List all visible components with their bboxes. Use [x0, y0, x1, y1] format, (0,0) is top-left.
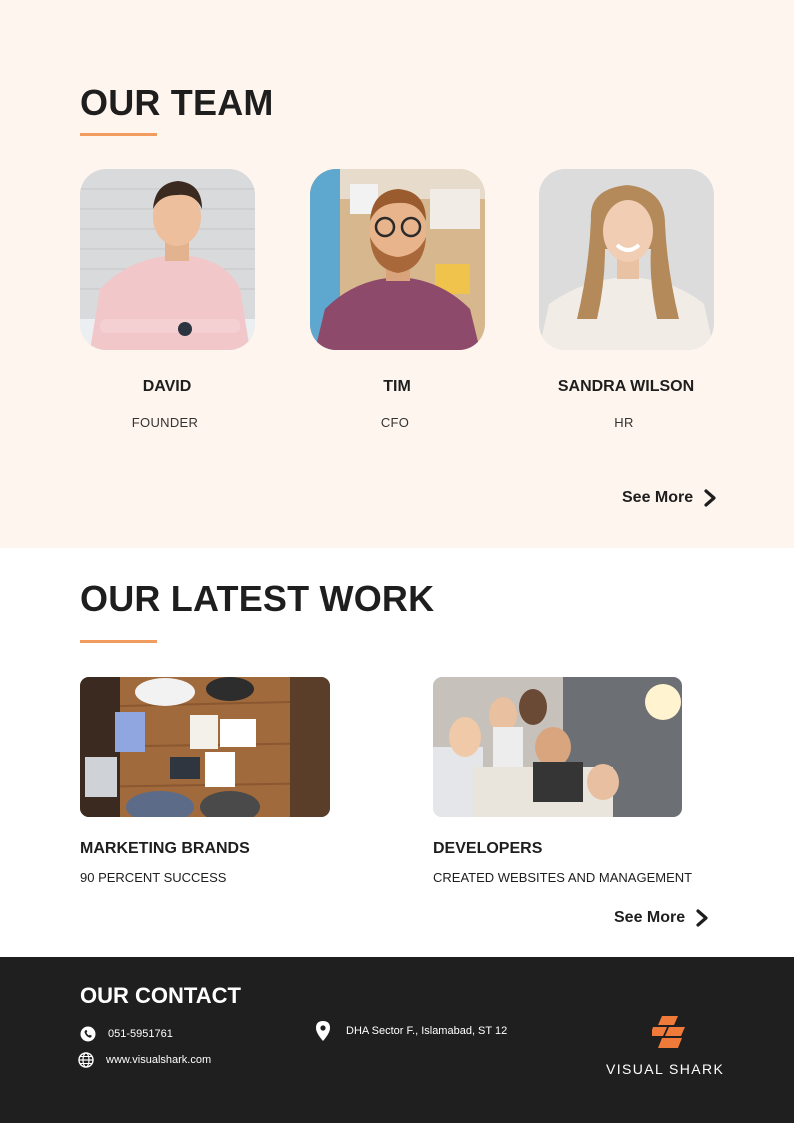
- member-role: CFO: [380, 415, 410, 430]
- phone-icon: [80, 1026, 96, 1042]
- developers-image: [433, 677, 682, 817]
- member-role: HR: [614, 415, 634, 430]
- team-section: OUR TEAM DAVID FOUNDER TIM CFO SANDRA WI…: [0, 0, 794, 548]
- location-pin-icon: [316, 1021, 330, 1041]
- tim-photo: [310, 169, 485, 350]
- website-url: www.visualshark.com: [106, 1054, 212, 1066]
- member-role: FOUNDER: [131, 415, 199, 430]
- sandra-wilson-photo: [539, 169, 714, 350]
- work-item-desc: CREATED WEBSITES AND MANAGEMENT: [433, 870, 693, 885]
- team-see-more-link[interactable]: See More: [622, 489, 717, 507]
- phone-contact[interactable]: 051-5951761: [80, 1026, 173, 1042]
- work-item-desc: 90 PERCENT SUCCESS: [80, 870, 227, 885]
- work-title: OUR LATEST WORK: [80, 578, 435, 619]
- website-contact[interactable]: www.visualshark.com: [78, 1052, 211, 1068]
- brand-name: VISUAL SHARK: [606, 1061, 725, 1077]
- address-text: DHA Sector F., Islamabad, ST 12: [346, 1025, 508, 1037]
- address-contact[interactable]: DHA Sector F., Islamabad, ST 12: [316, 1021, 507, 1041]
- member-name: SANDRA WILSON: [557, 378, 695, 395]
- team-title: OUR TEAM: [80, 82, 274, 123]
- work-title-underline: [80, 640, 157, 643]
- work-item-title: DEVELOPERS: [433, 840, 543, 857]
- work-see-more-link[interactable]: See More: [614, 909, 709, 927]
- marketing-brands-image: [80, 677, 330, 817]
- chevron-right-icon: [695, 909, 709, 927]
- chevron-right-icon: [703, 489, 717, 507]
- phone-number: 051-5951761: [108, 1028, 173, 1040]
- latest-work-section: OUR LATEST WORK MARKETING BRANDS 90 PERC…: [0, 548, 794, 957]
- globe-icon: [78, 1052, 94, 1068]
- member-name: TIM: [383, 378, 411, 395]
- contact-title: OUR CONTACT: [80, 983, 241, 1008]
- member-name: DAVID: [142, 378, 192, 395]
- contact-section: OUR CONTACT 051-5951761 www.visualshark.…: [0, 957, 794, 1123]
- see-more-label: See More: [622, 489, 694, 506]
- david-photo: [80, 169, 255, 350]
- team-title-underline: [80, 133, 157, 136]
- visual-shark-logo: [650, 1015, 686, 1049]
- see-more-label: See More: [614, 909, 686, 926]
- work-item-title: MARKETING BRANDS: [80, 840, 250, 857]
